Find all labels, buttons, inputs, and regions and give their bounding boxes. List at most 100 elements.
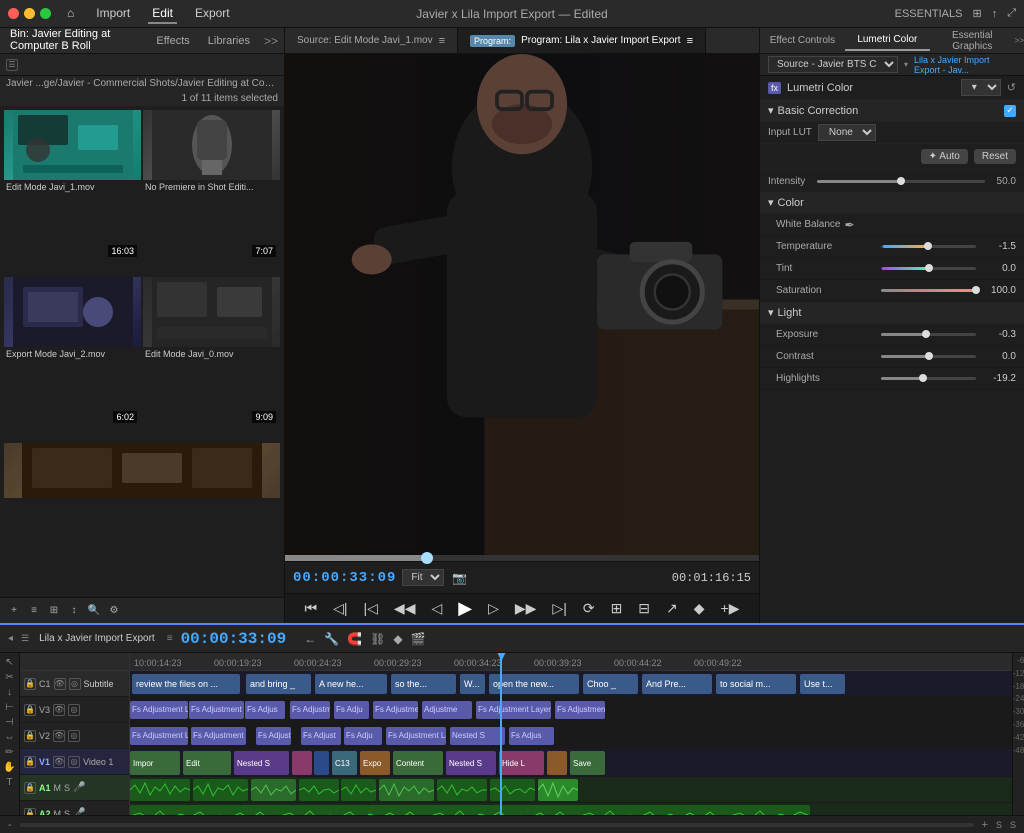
adj-clip-v3-6[interactable]: Fs Adjustment L — [373, 701, 418, 719]
media-item-2[interactable]: 7:07 No Premiere in Shot Editi... — [143, 110, 280, 275]
v2-clip-4[interactable]: Fs Adjust — [301, 727, 341, 745]
input-lut-select[interactable]: None — [818, 124, 876, 141]
program-menu-icon[interactable]: ≡ — [687, 35, 693, 47]
tl-ripple-tool[interactable]: ⊢ — [2, 702, 18, 713]
v3-track-content[interactable]: Fs Adjustment La Fs Adjustment Lay Fs Ad… — [130, 697, 1012, 723]
timeline-scrollbar[interactable]: -6 -12 -18 -24 -30 -36 -42 -48 — [1012, 653, 1024, 815]
subtitle-clip-8[interactable]: And Pre... — [642, 674, 712, 694]
add-marker-icon[interactable]: ◆ — [690, 598, 709, 619]
reset-button[interactable]: Reset — [974, 149, 1016, 164]
tl-track-select-tool[interactable]: ↓ — [2, 687, 18, 698]
c1-lock-icon[interactable]: 🔒 — [24, 678, 36, 690]
adj-clip-v3-7[interactable]: Adjustme — [422, 701, 472, 719]
adj-clip-v3-9[interactable]: Fs Adjustment L — [555, 701, 605, 719]
exposure-slider[interactable] — [881, 333, 976, 336]
v2-lock-icon[interactable]: 🔒 — [24, 730, 36, 742]
fit-select[interactable]: Fit — [402, 569, 444, 586]
v2-clip-2[interactable]: Fs Adjustment Lay — [191, 727, 246, 745]
intensity-slider[interactable] — [817, 180, 984, 183]
v1-clip-c13[interactable]: C13 — [332, 751, 357, 775]
go-to-in-icon[interactable]: ⏮ — [301, 598, 322, 619]
a1-clip-9[interactable] — [538, 779, 578, 801]
a1-clip-6[interactable] — [379, 779, 434, 801]
v1-clip-nested2[interactable]: Nested S — [446, 751, 496, 775]
basic-correction-enable[interactable]: ✓ — [1004, 105, 1016, 117]
timeline-collapse-icon[interactable]: ◂ — [8, 633, 13, 644]
step-frame-back-icon[interactable]: ◁ — [427, 598, 446, 619]
v1-eye-icon[interactable]: 👁 — [53, 756, 65, 768]
adj-clip-v3-1[interactable]: Fs Adjustment La — [130, 701, 188, 719]
v1-clip-edit[interactable]: Edit — [183, 751, 231, 775]
tab-bin[interactable]: Bin: Javier Editing at Computer B Roll — [6, 26, 142, 56]
source-select[interactable]: Source - Javier BTS Coffee Shoot... — [768, 56, 898, 73]
v1-clip-small2[interactable] — [314, 751, 329, 775]
basic-correction-header[interactable]: ▾ Basic Correction ✓ — [760, 100, 1024, 122]
a1-clip-8[interactable] — [490, 779, 535, 801]
v1-sync-icon[interactable]: ◎ — [68, 756, 80, 768]
adj-clip-v3-5[interactable]: Fs Adju — [334, 701, 369, 719]
subtitle-clip-7[interactable]: Choo _ — [583, 674, 638, 694]
maximize-button[interactable] — [40, 8, 51, 19]
c1-sync-icon[interactable]: ◎ — [69, 678, 81, 690]
v2-track-content[interactable]: Fs Adjustment La Fs Adjustment Lay Fs Ad… — [130, 723, 1012, 749]
v2-clip-6[interactable]: Fs Adjustment La — [386, 727, 446, 745]
a1-clip-1[interactable] — [130, 779, 190, 801]
subtitle-clip-5[interactable]: W... — [460, 674, 485, 694]
a1-track-content[interactable] — [130, 777, 1012, 803]
subtitle-clip-9[interactable]: to social m... — [716, 674, 796, 694]
tl-back-icon[interactable]: ← — [302, 630, 318, 648]
new-bin-icon[interactable]: + — [6, 603, 22, 619]
source-menu-icon[interactable]: ≡ — [439, 35, 445, 47]
v3-sync-icon[interactable]: ◎ — [68, 704, 80, 716]
loop-icon[interactable]: ⟳ — [579, 598, 599, 619]
tl-link-icon[interactable]: ⛓ — [368, 630, 387, 648]
reset-fx-icon[interactable]: ↺ — [1007, 81, 1016, 94]
camera-icon[interactable]: 📷 — [450, 569, 469, 587]
v1-lock-icon[interactable]: 🔒 — [24, 756, 36, 768]
a1-lock-icon[interactable]: 🔒 — [24, 782, 36, 794]
v2-eye-icon[interactable]: 👁 — [53, 730, 65, 742]
tl-marker-icon[interactable]: ◆ — [391, 630, 404, 648]
shuttle-back-icon[interactable]: ◀◀ — [390, 598, 420, 619]
share-icon[interactable]: ↑ — [992, 8, 998, 20]
a1-clip-4[interactable] — [299, 779, 339, 801]
a1-mic-icon[interactable]: 🎤 — [73, 782, 85, 793]
adj-clip-v3-2[interactable]: Fs Adjustment Lay — [189, 701, 244, 719]
subtitle-clip-2[interactable]: and bring _ — [246, 674, 311, 694]
v2-sync-icon[interactable]: ◎ — [68, 730, 80, 742]
media-item-5[interactable] — [4, 443, 280, 593]
settings2-icon[interactable]: +▶ — [717, 598, 744, 619]
panel-menu-icon[interactable]: >> — [264, 34, 278, 48]
v1-track-content[interactable]: Impor Edit Nested S C13 Expo Content Nes… — [130, 749, 1012, 777]
right-panel-menu-icon[interactable]: >> — [1015, 36, 1024, 45]
media-item-4[interactable]: 9:09 Edit Mode Javi_0.mov — [143, 277, 280, 442]
subtitle-clip-1[interactable]: review the files on ... — [132, 674, 240, 694]
zoom-out-icon[interactable]: - — [8, 819, 12, 831]
v1-clip-small1[interactable] — [292, 751, 312, 775]
program-tab[interactable]: Program: Program: Lila x Javier Import E… — [458, 28, 706, 53]
adj-clip-v3-8[interactable]: Fs Adjustment Layer — [476, 701, 551, 719]
search-icon[interactable]: 🔍 — [86, 603, 102, 619]
tab-effects[interactable]: Effects — [152, 33, 193, 49]
shuttle-fwd-icon[interactable]: ▶▶ — [511, 598, 541, 619]
tl-roll-tool[interactable]: ⊣ — [2, 717, 18, 728]
tl-magnet-icon[interactable]: 🧲 — [345, 630, 364, 648]
minimize-button[interactable] — [24, 8, 35, 19]
sort-icon[interactable]: ↕ — [66, 603, 82, 619]
fullscreen-icon[interactable]: ⤢ — [1007, 7, 1016, 20]
v1-clip-save[interactable]: Save — [570, 751, 605, 775]
v2-clip-8[interactable]: Fs Adjus — [509, 727, 554, 745]
timeline-zoom-bar[interactable] — [20, 823, 974, 827]
a1-clip-3[interactable] — [251, 779, 296, 801]
workspace-icon[interactable]: ⊞ — [972, 7, 981, 20]
tl-hand-tool[interactable]: ✋ — [2, 762, 18, 773]
v1-clip-nested[interactable]: Nested S — [234, 751, 289, 775]
media-item-1[interactable]: 16:03 Edit Mode Javi_1.mov — [4, 110, 141, 275]
go-to-out-icon[interactable]: |◁ — [360, 598, 382, 619]
tl-text-tool[interactable]: T — [2, 777, 18, 788]
source-tab[interactable]: Source: Edit Mode Javi_1.mov ≡ — [285, 28, 458, 53]
list-icon[interactable]: ☰ — [6, 59, 18, 71]
c1-eye-icon[interactable]: 👁 — [54, 678, 66, 690]
subtitle-clip-10[interactable]: Use t... — [800, 674, 845, 694]
settings-icon[interactable]: ⚙ — [106, 603, 122, 619]
